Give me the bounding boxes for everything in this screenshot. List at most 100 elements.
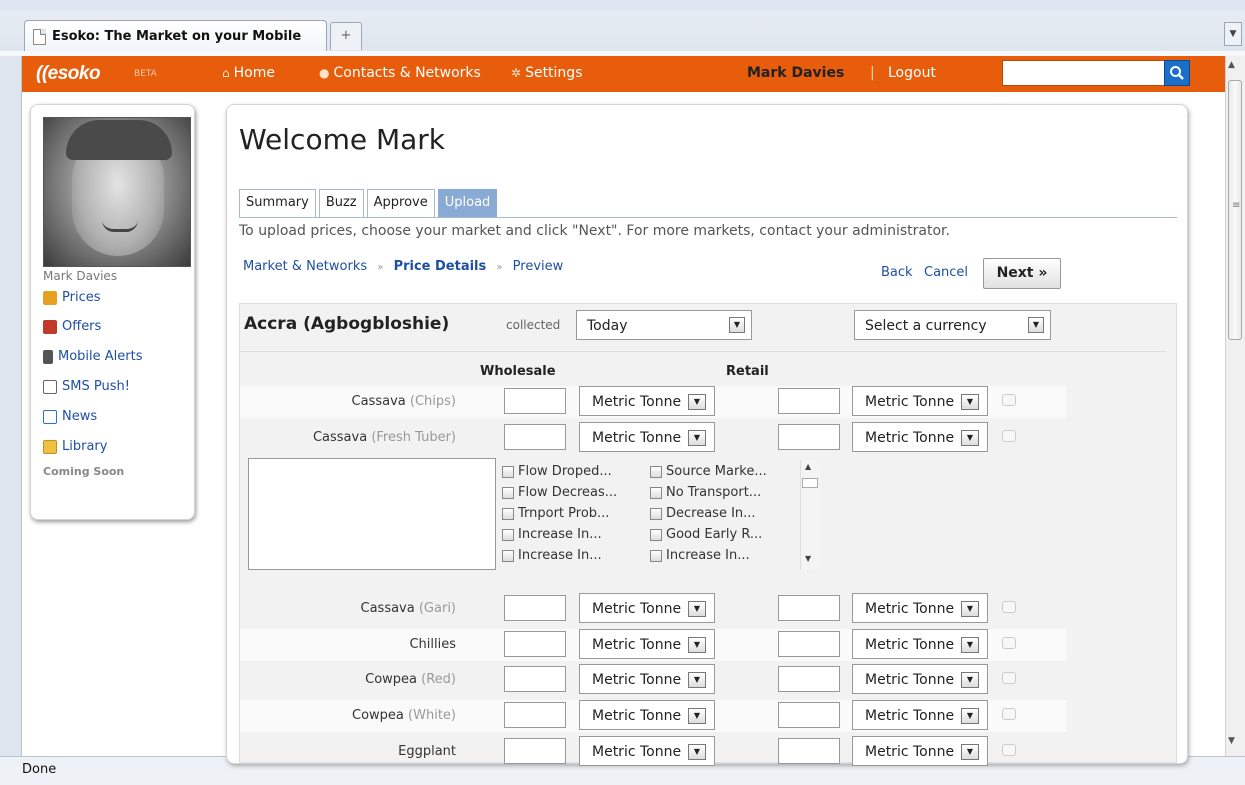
scroll-down-icon[interactable]: ▼ [1228,736,1235,746]
chevron-down-icon: ▼ [729,317,745,333]
cancel-link[interactable]: Cancel [924,265,968,280]
new-tab-button[interactable]: + [330,22,362,50]
wholesale-price-input[interactable] [504,666,566,692]
product-label: Cowpea [352,708,404,723]
chevron-down-icon: ▼ [961,394,979,410]
wholesale-unit-select[interactable]: Metric Tonne ▼ [579,629,715,659]
retail-unit-select[interactable]: Metric Tonne ▼ [852,386,988,416]
sidebar-item-offers[interactable]: Offers [43,319,101,334]
wholesale-price-input[interactable] [504,738,566,764]
comment-icon[interactable] [1002,394,1016,406]
scroll-up-icon[interactable]: ▲ [1228,60,1235,70]
tab-list-chevron-icon[interactable]: ▼ [1224,22,1242,46]
breadcrumb-preview[interactable]: Preview [513,259,564,274]
collected-date-select[interactable]: Today ▼ [576,310,752,340]
page-icon [33,28,46,45]
product-row: Cassava (Fresh Tuber) Metric Tonne ▼ Metr… [240,422,1066,454]
retail-unit-select[interactable]: Metric Tonne ▼ [852,664,988,694]
wholesale-price-input[interactable] [504,702,566,728]
chevron-down-icon: ▼ [961,430,979,446]
tab-summary[interactable]: Summary [239,189,316,217]
condition-checkbox[interactable]: Decrease In... [650,506,756,521]
comment-icon[interactable] [1002,637,1016,649]
product-name: Chillies [409,637,456,652]
checklist-scroll-up-icon[interactable]: ▲ [805,462,811,471]
gear-icon: ✲ [511,66,522,80]
wholesale-unit-select[interactable]: Metric Tonne ▼ [579,700,715,730]
sidebar-item-sms-push[interactable]: SMS Push! [43,379,130,394]
condition-checkbox[interactable]: Increase In... [502,527,602,542]
sidebar-item-mobile-alerts[interactable]: Mobile Alerts [43,349,143,364]
retail-unit-select[interactable]: Metric Tonne ▼ [852,422,988,452]
retail-price-input[interactable] [778,631,840,657]
product-variety: (White) [408,708,456,723]
wholesale-unit-select[interactable]: Metric Tonne ▼ [579,386,715,416]
condition-checkbox[interactable]: Trnport Prob... [502,506,609,521]
search-input[interactable] [1002,60,1165,86]
nav-contacts-link[interactable]: ● Contacts & Networks [319,65,481,81]
currency-select[interactable]: Select a currency ▼ [854,310,1051,340]
tab-upload[interactable]: Upload [437,189,498,217]
logo-text: esoko [47,63,101,84]
notes-textarea[interactable] [248,458,496,570]
sidebar-item-library[interactable]: Library [43,439,107,454]
comment-icon[interactable] [1002,744,1016,756]
wholesale-unit-select[interactable]: Metric Tonne ▼ [579,664,715,694]
retail-unit-select[interactable]: Metric Tonne ▼ [852,736,988,766]
nav-home-link[interactable]: ⌂ Home [222,65,275,81]
wholesale-price-input[interactable] [504,595,566,621]
condition-checkbox[interactable]: Source Marke... [650,464,767,479]
wholesale-price-input[interactable] [504,388,566,414]
retail-unit-select[interactable]: Metric Tonne ▼ [852,700,988,730]
retail-price-input[interactable] [778,424,840,450]
comment-icon[interactable] [1002,708,1016,720]
browser-tab[interactable]: Esoko: The Market on your Mobile [24,20,327,52]
condition-checkbox[interactable]: Good Early R... [650,527,762,542]
retail-price-input[interactable] [778,702,840,728]
nav-user-name[interactable]: Mark Davies [747,65,844,81]
comment-icon[interactable] [1002,601,1016,613]
condition-checkbox[interactable]: No Transport... [650,485,761,500]
sidebar-item-news[interactable]: News [43,409,97,424]
unit-value: Metric Tonne [592,394,682,410]
checklist-scroll-thumb[interactable] [802,478,818,488]
esoko-logo[interactable]: ((esoko [36,63,101,85]
tab-approve[interactable]: Approve [366,189,435,217]
retail-unit-select[interactable]: Metric Tonne ▼ [852,629,988,659]
product-name: Cassava (Fresh Tuber) [313,430,456,445]
chevron-down-icon: ▼ [1028,317,1044,333]
nav-separator: | [870,65,875,81]
wholesale-unit-select[interactable]: Metric Tonne ▼ [579,593,715,623]
retail-price-input[interactable] [778,738,840,764]
sidebar-item-prices[interactable]: Prices [43,290,101,305]
comment-icon[interactable] [1002,430,1016,442]
wholesale-unit-select[interactable]: Metric Tonne ▼ [579,736,715,766]
retail-unit-select[interactable]: Metric Tonne ▼ [852,593,988,623]
retail-price-input[interactable] [778,595,840,621]
contacts-icon: ● [319,66,330,80]
tab-buzz[interactable]: Buzz [318,189,364,217]
condition-checkbox[interactable]: Flow Decreas... [502,485,617,500]
nav-contacts-label: Contacts & Networks [333,65,481,81]
unit-value: Metric Tonne [865,394,955,410]
nav-settings-link[interactable]: ✲ Settings [511,65,582,81]
condition-checkbox[interactable]: Flow Droped... [502,464,612,479]
breadcrumb-separator: » [496,262,503,273]
breadcrumb-market-networks[interactable]: Market & Networks [243,259,367,274]
comment-icon[interactable] [1002,672,1016,684]
logout-link[interactable]: Logout [888,65,936,81]
wholesale-price-input[interactable] [504,631,566,657]
condition-checkbox[interactable]: Increase In... [502,548,602,563]
search-button[interactable] [1164,60,1190,86]
wholesale-unit-select[interactable]: Metric Tonne ▼ [579,422,715,452]
product-variety: (Fresh Tuber) [371,430,456,445]
chevron-down-icon: ▼ [688,601,706,617]
condition-label: Increase In... [666,548,750,563]
back-link[interactable]: Back [881,265,913,280]
wholesale-price-input[interactable] [504,424,566,450]
checklist-scroll-down-icon[interactable]: ▼ [805,554,811,563]
retail-price-input[interactable] [778,666,840,692]
next-button[interactable]: Next » [983,258,1061,289]
retail-price-input[interactable] [778,388,840,414]
condition-checkbox[interactable]: Increase In... [650,548,750,563]
